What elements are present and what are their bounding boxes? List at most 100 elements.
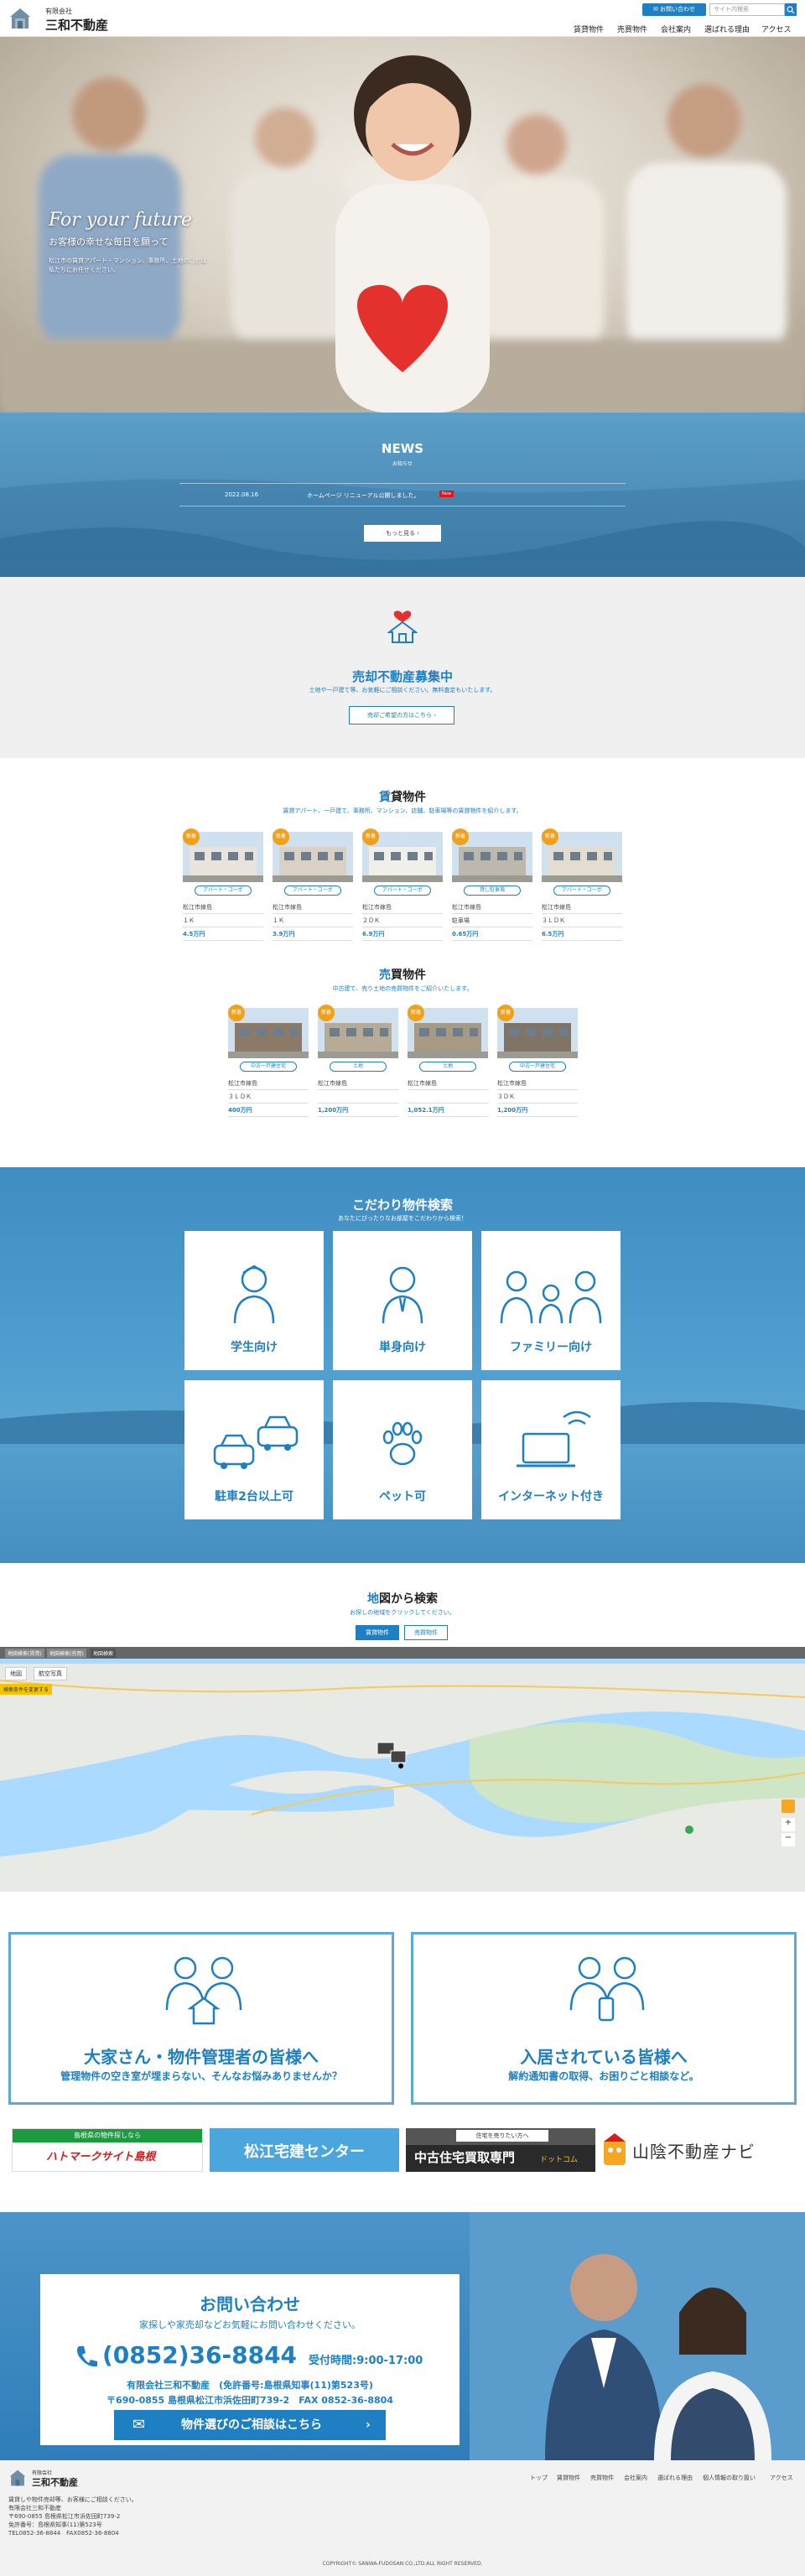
chevron-right-icon: › — [366, 2418, 371, 2432]
property-type-tag[interactable]: アパート・コーポ — [553, 886, 610, 896]
footer-nav-top[interactable]: トップ — [530, 2474, 548, 2482]
feature-student[interactable]: 学生向け — [184, 1231, 324, 1370]
nav-access[interactable]: アクセス — [761, 23, 792, 34]
hero-title: For your future — [49, 210, 193, 231]
contact-title: お問い合わせ — [200, 2294, 300, 2314]
new-badge: 新着 — [228, 1005, 245, 1021]
sale-title: 売買物件 — [0, 966, 805, 983]
new-badge: 新着 — [542, 828, 558, 845]
owners-icon — [165, 1956, 242, 2025]
property-area: 松江市嫁島 — [497, 1077, 578, 1090]
nav-company[interactable]: 会社案内 — [661, 23, 691, 34]
feature-pet[interactable]: ペット可 — [333, 1380, 472, 1519]
map-chip-sale[interactable]: 地図検索(売買) — [47, 1649, 86, 1658]
property-marker-icon[interactable] — [376, 1739, 409, 1769]
zoom-in-button[interactable]: + — [782, 1818, 795, 1831]
new-badge: 新着 — [362, 828, 379, 845]
rent-title-rest: 貸物件 — [391, 791, 426, 804]
map-type-satellite[interactable]: 航空写真 — [34, 1667, 67, 1680]
property-area: 松江市嫁島 — [228, 1077, 309, 1090]
sell-title: 売却不動産募集中 — [351, 669, 453, 684]
footer-nav-privacy[interactable]: 個人情報の取り扱い — [703, 2474, 756, 2482]
rent-description: 賃貸アパート、一戸建て、事務所、マンション、店舗、駐車場等の賃貸物件を紹介します… — [283, 808, 522, 814]
feature-single[interactable]: 単身向け — [333, 1231, 472, 1370]
map-chip-search[interactable]: 地図検索 — [91, 1649, 117, 1658]
feature-family[interactable]: ファミリー向け — [481, 1231, 621, 1370]
matsue-takken-banner[interactable]: 松江宅建センター — [210, 2128, 399, 2172]
zoom-out-button[interactable]: − — [782, 1833, 795, 1846]
feature-single-label: 単身向け — [379, 1341, 426, 1354]
change-filter-button[interactable]: 検索条件を変更する — [0, 1684, 53, 1695]
company-kind: 有限会社 — [45, 8, 72, 15]
contact-consult-button[interactable]: ✉ 物件選びのご相談はこちら › — [114, 2410, 386, 2440]
hero-section: For your future お客様の幸せな毎日を願って 松江市の賃貸アパート… — [0, 37, 805, 413]
property-area: 松江市嫁島 — [542, 901, 622, 914]
chevron-right-icon: › — [417, 530, 420, 537]
property-type-tag[interactable]: アパート・コーポ — [195, 886, 252, 896]
nav-rent[interactable]: 賃貸物件 — [574, 23, 604, 34]
hatomark-banner[interactable]: 島根県の物件探しなら ハトマークサイト島根 — [12, 2128, 203, 2172]
new-badge: 新着 — [318, 1005, 335, 1021]
property-price: 6.9万円 — [362, 927, 443, 941]
tenant-card-subtitle: 解約通知書の取得、お困りごと相談など。 — [508, 2070, 699, 2082]
sell-inquiry-button[interactable]: 売却ご希望の方はこちら › — [349, 706, 454, 724]
site-search-input[interactable]: サイト内検索 — [709, 3, 785, 16]
single-person-icon — [382, 1266, 423, 1324]
property-area: 松江市嫁島 — [452, 901, 532, 914]
property-layout: ２ＤＫ — [362, 914, 443, 927]
map-tab-rent[interactable]: 賃貸物件 — [356, 1625, 399, 1640]
property-price: 1,200万円 — [318, 1104, 398, 1117]
feature-search-title: こだわり物件検索 — [351, 1197, 453, 1213]
family-icon — [500, 1270, 602, 1324]
sell-description: 土地や一戸建て等、お気軽にご相談ください。無料査定もいたします。 — [309, 687, 496, 693]
property-type-tag[interactable]: アパート・コーポ — [284, 886, 341, 896]
property-type-tag[interactable]: アパート・コーポ — [374, 886, 431, 896]
footer-nav-reasons[interactable]: 選ばれる理由 — [657, 2474, 693, 2482]
company-name[interactable]: 三和不動産 — [45, 16, 108, 34]
sanin-navi-banner[interactable]: 山陰不動産ナビ — [602, 2128, 797, 2172]
owner-card[interactable]: 大家さん・物件管理者の皆様へ 管理物件の空き室が埋まらない、そんなお悩みありませ… — [8, 1932, 394, 2105]
property-type-tag[interactable]: 中古一戸建住宅 — [240, 1062, 297, 1072]
used-house-banner[interactable]: 住宅を売りたい方へ 中古住宅買取専門 ドットコム — [406, 2128, 595, 2172]
news-item[interactable]: 2022.08.16 ホームページ リニューアル公開しました。 New — [179, 483, 626, 506]
nav-reasons[interactable]: 選ばれる理由 — [704, 23, 750, 34]
map-chip-rent[interactable]: 地図検索(賃貸) — [5, 1649, 44, 1658]
house-heart-icon — [387, 610, 418, 643]
house-logo-icon[interactable] — [8, 7, 32, 30]
contact-button-label: お問い合わせ — [660, 6, 696, 13]
footer-nav-company[interactable]: 会社案内 — [624, 2474, 647, 2482]
news-text[interactable]: ホームページ リニューアル公開しました。 — [307, 491, 420, 500]
footer-info-line: 免許番号：島根県知事(11)第523号 — [8, 2521, 102, 2528]
property-type-tag[interactable]: 中古一戸建住宅 — [509, 1062, 566, 1072]
news-more-button[interactable]: もっと見る › — [364, 525, 441, 542]
mascot-icon — [604, 2133, 626, 2165]
phone-icon — [77, 2346, 97, 2367]
footer-nav-sale[interactable]: 売買物件 — [590, 2474, 614, 2482]
property-type-tag[interactable]: 土地 — [330, 1062, 387, 1072]
map-type-map[interactable]: 地図 — [5, 1667, 27, 1680]
google-map[interactable]: 地図検索(賃貸) 地図検索(売買) 地図検索 地図 航空写真 検索条件を変更する… — [0, 1647, 805, 1892]
property-type-tag[interactable]: 土地 — [419, 1062, 476, 1072]
search-button[interactable] — [785, 3, 797, 16]
feature-parking[interactable]: 駐車2台以上可 — [184, 1380, 324, 1519]
nav-sale[interactable]: 売買物件 — [617, 23, 647, 34]
feature-search-description: あなたにぴったりなお部屋をこだわりから検索！ — [338, 1215, 467, 1222]
feature-internet[interactable]: インターネット付き — [481, 1380, 621, 1519]
tenant-card[interactable]: 入居されている皆様へ 解約通知書の取得、お困りごと相談など。 — [411, 1932, 797, 2105]
property-type-tag[interactable]: 貸し駐車場 — [464, 886, 521, 896]
header-contact-button[interactable]: ✉ お問い合わせ — [642, 3, 706, 16]
pegman-icon[interactable] — [782, 1800, 795, 1813]
mail-icon: ✉ — [132, 2416, 146, 2433]
property-area: 松江市嫁島 — [408, 1077, 488, 1090]
footer-info-line: 有限会社三和不動産 — [8, 2505, 61, 2511]
property-price: 1,052.1万円 — [408, 1104, 488, 1117]
footer-nav-access[interactable]: アクセス — [770, 2474, 793, 2482]
more-label: もっと見る — [385, 530, 415, 537]
used-house-banner-main: 中古住宅買取専門 — [414, 2150, 516, 2165]
map-tab-sale[interactable]: 売買物件 — [404, 1625, 448, 1640]
owner-card-title: 大家さん・物件管理者の皆様へ — [84, 2047, 319, 2067]
contact-phone[interactable]: (0852)36-8844 — [102, 2341, 297, 2369]
rent-title: 賃貸物件 — [0, 788, 805, 805]
property-layout: ３ＬＤＫ — [228, 1090, 309, 1104]
footer-nav-rent[interactable]: 賃貸物件 — [557, 2474, 580, 2482]
